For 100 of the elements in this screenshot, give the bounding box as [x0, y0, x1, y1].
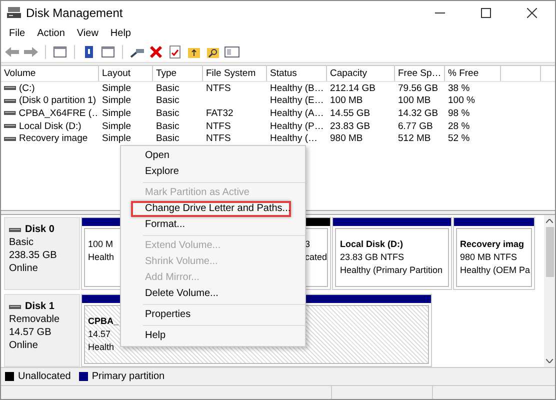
- partition-status: Health: [88, 341, 114, 354]
- checklist-icon[interactable]: [167, 45, 183, 59]
- disk-info: 238.35 GB: [9, 249, 58, 262]
- back-icon[interactable]: [4, 45, 20, 59]
- table-cell-text: Simple: [101, 82, 132, 94]
- scroll-down-icon[interactable]: [546, 359, 553, 363]
- disk-info: Online: [9, 262, 39, 275]
- disk-icon: [4, 110, 16, 116]
- table-cell-text: 100 %: [447, 95, 476, 106]
- column-header[interactable]: Layout: [99, 66, 153, 81]
- disk-info: 14.57 GB: [9, 326, 52, 339]
- table-cell-text: 512 MB: [397, 133, 432, 144]
- table-cell-text: 28 %: [447, 120, 471, 132]
- folder-search-icon[interactable]: [205, 45, 221, 59]
- table-cell: (C:): [19, 82, 35, 94]
- maximize-icon: [481, 8, 491, 18]
- context-menu-item[interactable]: Explore: [121, 164, 305, 180]
- table-cell-text: Healthy (A…: [269, 108, 325, 119]
- table-cell-text: 100 MB: [397, 95, 432, 106]
- table-cell-text: NTFS: [205, 82, 232, 94]
- menu-item[interactable]: View: [70, 28, 104, 39]
- partition-size: 980 MB NTFS: [460, 251, 518, 264]
- disk-info: Basic: [9, 236, 34, 249]
- disk-label-panel[interactable]: Disk 0 Basic 238.35 GB Online: [4, 217, 80, 290]
- partition-status: cated: [305, 251, 327, 264]
- menu-item[interactable]: Help: [104, 28, 137, 39]
- context-menu-item[interactable]: Open: [121, 148, 305, 164]
- partition-status: Healthy (Primary Partition: [340, 264, 443, 277]
- table-cell: Local Disk (D:): [19, 120, 82, 132]
- disk-info: Online: [9, 339, 39, 352]
- disk-name: Disk 1: [25, 300, 54, 313]
- partition-block[interactable]: Local Disk (D:) 23.83 GB NTFS Healthy (Primary Partition: [332, 217, 452, 290]
- table-cell-text: 100 MB: [329, 95, 364, 106]
- table-cell-text: 23.83 GB: [329, 120, 372, 132]
- table-cell-text: Healthy (P…: [269, 120, 325, 132]
- partition-name: Local Disk (D:): [340, 238, 404, 251]
- panel-icon[interactable]: [224, 45, 240, 59]
- table-cell-text: Healthy (E…: [269, 95, 325, 106]
- legend-label: Primary partition: [92, 371, 165, 382]
- partition-size: 14.57: [88, 328, 111, 341]
- disk-icon: [4, 85, 16, 92]
- column-header[interactable]: % Free: [445, 66, 501, 81]
- legend-label: Unallocated: [18, 371, 71, 382]
- table-cell-text: 52 %: [447, 133, 471, 144]
- disk-name: Disk 0: [25, 223, 54, 236]
- disk-icon: [9, 304, 21, 310]
- table-cell-text: 14.55 GB: [329, 108, 372, 119]
- table-cell-text: Basic: [155, 133, 180, 144]
- partition-status: Health: [88, 251, 114, 264]
- table-cell-text: 980 MB: [329, 133, 364, 144]
- column-header[interactable]: Capacity: [327, 66, 395, 81]
- close-icon: [527, 8, 537, 18]
- table-cell-text: Basic: [155, 95, 180, 106]
- scrollbar-thumb[interactable]: [546, 227, 554, 277]
- partition-size: 23.83 GB NTFS: [340, 251, 404, 264]
- table-cell-text: 14.32 GB: [397, 108, 440, 119]
- column-header[interactable]: Status: [267, 66, 327, 81]
- scroll-up-icon[interactable]: [546, 219, 553, 223]
- table-cell-text: Basic: [155, 82, 180, 94]
- panel-icon[interactable]: [52, 45, 68, 59]
- menu-item[interactable]: File: [3, 28, 32, 39]
- table-cell-text: 212.14 GB: [329, 82, 376, 94]
- partition-name: CPBA_: [88, 315, 119, 328]
- context-menu-item[interactable]: Delete Volume...: [121, 286, 305, 302]
- context-menu-item[interactable]: Format...: [121, 217, 305, 233]
- table-cell-text: 98 %: [447, 108, 471, 119]
- table-cell: CPBA_X64FRE (…: [18, 108, 99, 119]
- table-cell-text: 6.77 GB: [397, 120, 434, 132]
- disk-label-panel[interactable]: Disk 1 Removable 14.57 GB Online: [4, 294, 80, 367]
- table-cell-text: 38 %: [447, 82, 471, 94]
- column-header[interactable]: Volume: [1, 66, 99, 81]
- table-cell: Recovery image: [19, 133, 88, 144]
- app-icon: [7, 7, 21, 19]
- table-cell-text: NTFS: [205, 120, 232, 132]
- disk-info: Removable: [9, 313, 61, 326]
- context-menu-item[interactable]: Help: [121, 328, 305, 344]
- table-cell: (Disk 0 partition 1): [19, 95, 96, 106]
- table-cell-text: Basic: [155, 120, 180, 132]
- table-cell-text: Healthy (B…: [269, 82, 325, 94]
- disk-icon: [4, 98, 16, 104]
- table-cell-text: Simple: [101, 95, 132, 106]
- delete-icon[interactable]: [148, 45, 164, 59]
- partition-name: Recovery imag: [460, 238, 524, 251]
- partition-block[interactable]: Recovery imag 980 MB NTFS Healthy (OEM Pa: [453, 217, 535, 290]
- folder-up-icon[interactable]: [186, 45, 202, 59]
- context-menu-item[interactable]: Properties: [121, 307, 305, 323]
- table-cell-text: Basic: [155, 108, 180, 119]
- forward-icon[interactable]: [23, 45, 39, 59]
- column-header[interactable]: File System: [203, 66, 267, 81]
- column-header[interactable]: Free Sp…: [395, 66, 445, 81]
- partition-size: 100 M: [88, 238, 114, 251]
- table-cell-text: 79.56 GB: [397, 82, 440, 94]
- table-cell-text: Simple: [101, 108, 132, 119]
- window-title: Disk Management: [26, 6, 124, 20]
- table-cell-text: NTFS: [205, 133, 232, 144]
- panel-icon[interactable]: [100, 45, 116, 59]
- disk-icon: [9, 226, 21, 232]
- column-header[interactable]: Type: [153, 66, 203, 81]
- menu-item[interactable]: Action: [31, 28, 71, 39]
- partition-status: Healthy (OEM Pa: [460, 264, 530, 277]
